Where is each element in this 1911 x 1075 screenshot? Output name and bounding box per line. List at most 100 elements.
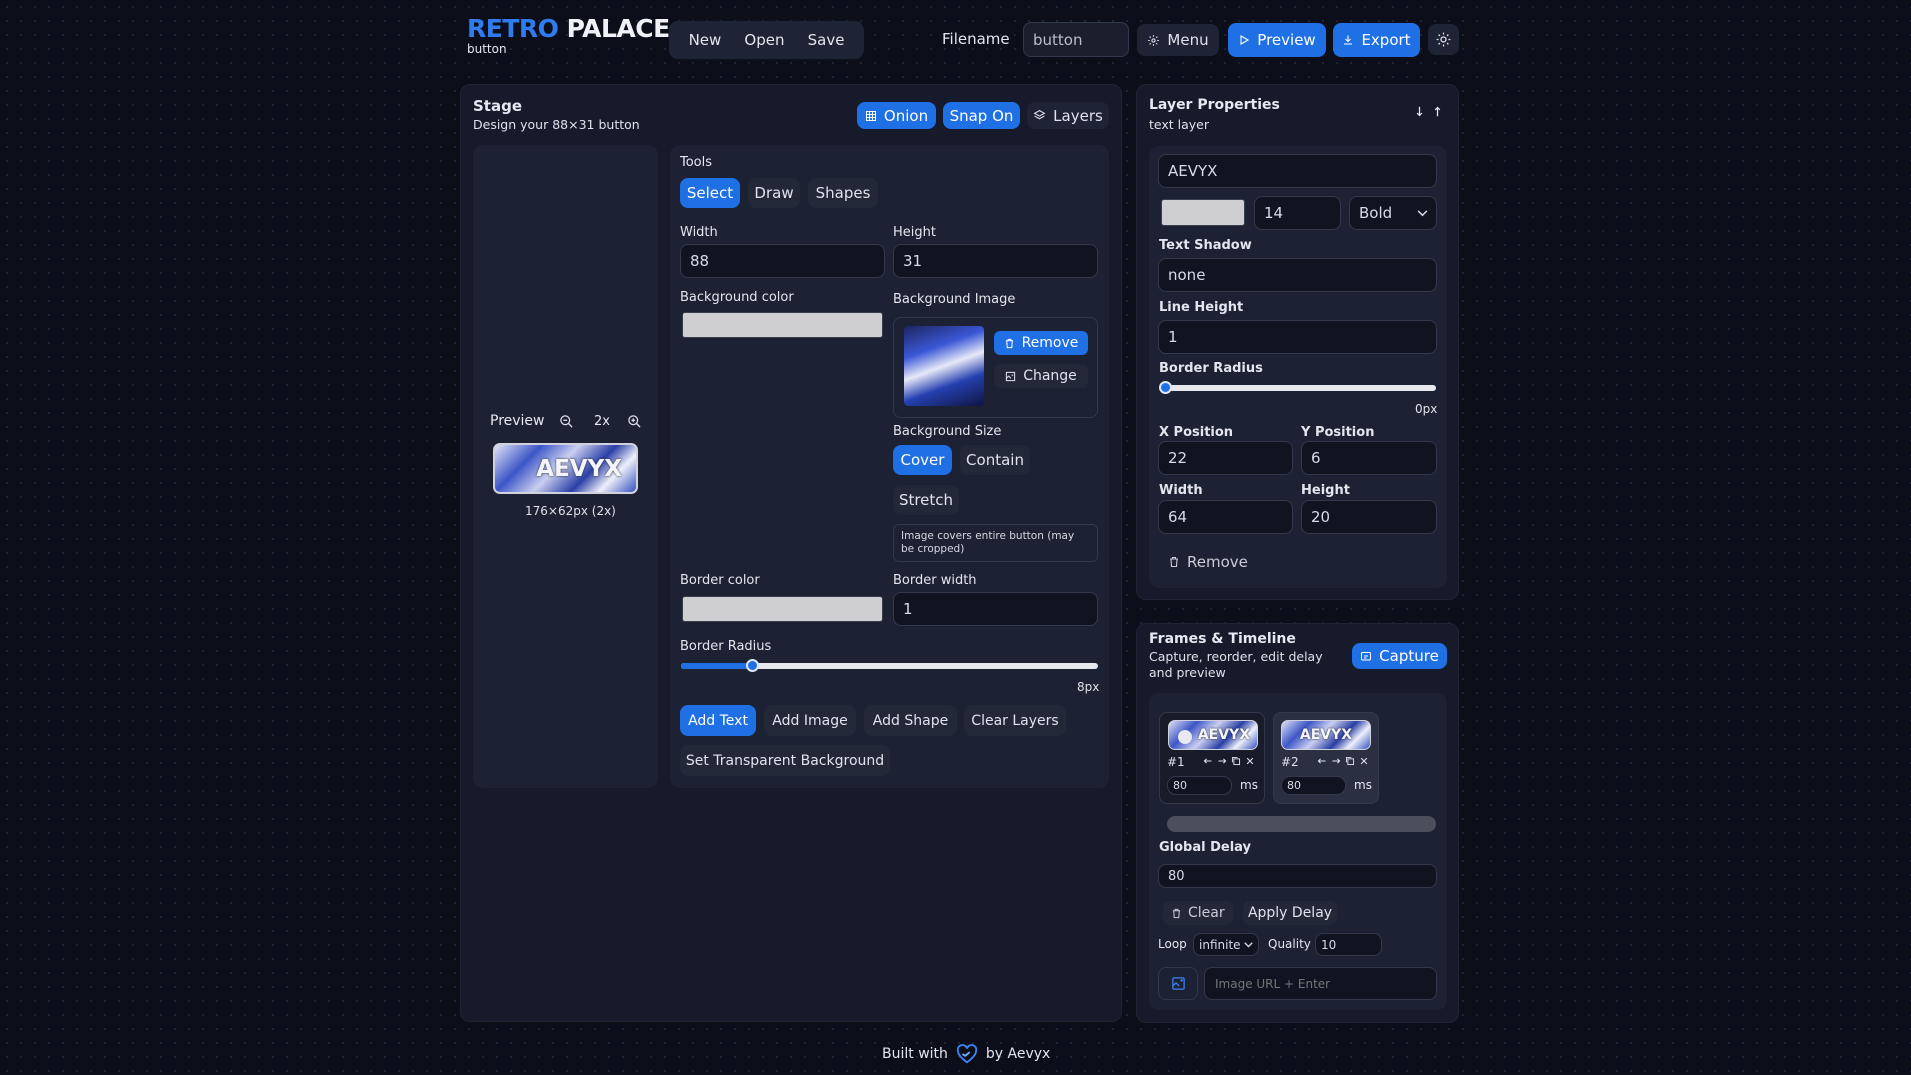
zoom-out-button[interactable] <box>559 414 574 429</box>
layer-height-input[interactable]: 20 <box>1301 500 1437 534</box>
border-radius-value: 8px <box>1077 680 1100 694</box>
border-radius-slider[interactable] <box>681 659 1098 672</box>
layer-radius-thumb[interactable] <box>1159 381 1172 394</box>
snap-toggle[interactable]: Snap On <box>943 102 1020 129</box>
menu-button[interactable]: Menu <box>1137 24 1219 56</box>
width-input[interactable]: 88 <box>680 244 885 278</box>
add-image-url-button[interactable] <box>1158 967 1198 1000</box>
button-preview-canvas[interactable]: AEVYX <box>493 443 638 494</box>
border-color-swatch[interactable] <box>682 596 883 622</box>
y-position-value: 6 <box>1311 449 1321 467</box>
tab-select[interactable]: Select <box>680 178 740 208</box>
remove-image-button[interactable]: Remove <box>994 331 1088 355</box>
quality-label: Quality <box>1268 937 1311 951</box>
layer-text-input[interactable]: AEVYX <box>1158 154 1437 188</box>
text-shadow-input[interactable]: none <box>1158 258 1437 292</box>
duplicate-icon[interactable] <box>1345 756 1355 766</box>
add-text-label: Add Text <box>688 712 748 729</box>
remove-image-label: Remove <box>1021 335 1079 351</box>
layer-radius-slider[interactable] <box>1159 381 1436 394</box>
tab-draw[interactable]: Draw <box>748 178 800 208</box>
border-width-input[interactable]: 1 <box>893 592 1098 626</box>
bg-color-swatch[interactable] <box>682 312 883 338</box>
export-button[interactable]: Export <box>1333 23 1420 57</box>
logo-palace: PALACE <box>566 14 671 43</box>
frame-controls <box>1203 756 1255 766</box>
chevron-down-icon <box>1244 941 1253 948</box>
border-color-label: Border color <box>680 573 760 588</box>
change-image-button[interactable]: Change <box>994 364 1088 388</box>
layers-icon <box>1033 109 1046 122</box>
x-position-label: X Position <box>1159 425 1234 440</box>
new-button[interactable]: New <box>689 31 722 49</box>
x-position-input[interactable]: 22 <box>1158 441 1293 475</box>
bg-size-contain[interactable]: Contain <box>960 445 1030 475</box>
layer-width-input[interactable]: 64 <box>1158 500 1293 534</box>
y-position-input[interactable]: 6 <box>1301 441 1437 475</box>
bg-size-cover[interactable]: Cover <box>893 445 952 475</box>
add-image-button[interactable]: Add Image <box>764 705 856 736</box>
tab-shapes[interactable]: Shapes <box>808 178 878 208</box>
trash-icon <box>1004 338 1015 349</box>
tab-shapes-label: Shapes <box>815 184 871 202</box>
move-left-icon[interactable] <box>1203 756 1213 766</box>
open-button[interactable]: Open <box>744 31 784 49</box>
quality-input[interactable]: 10 <box>1315 933 1382 956</box>
transparent-bg-label: Set Transparent Background <box>685 752 885 769</box>
frame-delay-input[interactable]: 80 <box>1167 776 1232 795</box>
move-left-icon[interactable] <box>1317 756 1327 766</box>
add-image-label: Add Image <box>772 712 848 729</box>
frame-delay-input[interactable]: 80 <box>1281 776 1346 795</box>
tools-area <box>670 145 1109 788</box>
capture-button[interactable]: Capture <box>1352 643 1447 669</box>
clear-layers-button[interactable]: Clear Layers <box>964 705 1066 736</box>
theme-toggle-button[interactable] <box>1428 24 1459 55</box>
duplicate-icon[interactable] <box>1231 756 1241 766</box>
grid-icon <box>865 110 877 122</box>
save-button[interactable]: Save <box>808 31 845 49</box>
filename-input[interactable]: button <box>1023 22 1129 57</box>
remove-layer-button[interactable]: Remove <box>1168 553 1248 571</box>
close-icon[interactable] <box>1245 756 1255 766</box>
line-height-value: 1 <box>1168 328 1178 346</box>
bg-size-contain-label: Contain <box>966 451 1024 469</box>
move-right-icon[interactable] <box>1331 756 1341 766</box>
app-logo: RETRO PALACE button <box>467 14 670 56</box>
move-right-icon[interactable] <box>1217 756 1227 766</box>
tab-select-label: Select <box>686 184 734 202</box>
bg-size-stretch[interactable]: Stretch <box>893 485 959 515</box>
font-weight-select[interactable]: Bold <box>1349 196 1437 230</box>
frame-number: #2 <box>1281 755 1299 769</box>
font-size-input[interactable]: 14 <box>1254 196 1341 230</box>
x-position-value: 22 <box>1168 449 1188 467</box>
move-layer-down-button[interactable] <box>1415 106 1424 117</box>
add-text-button[interactable]: Add Text <box>680 705 756 736</box>
bg-size-note-text: Image covers entire button (may be cropp… <box>901 530 1075 555</box>
layer-height-label: Height <box>1301 483 1350 498</box>
layer-radius-value: 0px <box>1415 402 1438 416</box>
transparent-bg-button[interactable]: Set Transparent Background <box>680 745 890 776</box>
export-label: Export <box>1361 31 1411 49</box>
add-shape-button[interactable]: Add Shape <box>864 705 957 736</box>
layers-label: Layers <box>1053 106 1103 125</box>
global-delay-value: 80 <box>1168 868 1185 884</box>
onion-toggle[interactable]: Onion <box>857 102 936 129</box>
border-radius-thumb[interactable] <box>745 659 759 672</box>
move-layer-up-button[interactable] <box>1433 106 1442 117</box>
line-height-input[interactable]: 1 <box>1158 320 1437 354</box>
clear-frames-button[interactable]: Clear <box>1163 901 1233 925</box>
quality-value: 10 <box>1321 937 1337 952</box>
layers-button[interactable]: Layers <box>1027 102 1109 129</box>
preview-button-text: AEVYX <box>536 455 622 482</box>
image-url-input[interactable] <box>1204 967 1437 1000</box>
global-delay-input[interactable]: 80 <box>1158 864 1437 888</box>
loop-select[interactable]: infinite <box>1193 933 1259 956</box>
preview-button[interactable]: Preview <box>1228 23 1326 57</box>
close-icon[interactable] <box>1359 756 1369 766</box>
apply-delay-button[interactable]: Apply Delay <box>1243 901 1337 925</box>
frames-scrollbar[interactable] <box>1167 816 1436 832</box>
zoom-in-button[interactable] <box>627 414 642 429</box>
text-color-swatch[interactable] <box>1161 199 1245 226</box>
border-width-label: Border width <box>893 573 977 588</box>
height-input[interactable]: 31 <box>893 244 1098 278</box>
